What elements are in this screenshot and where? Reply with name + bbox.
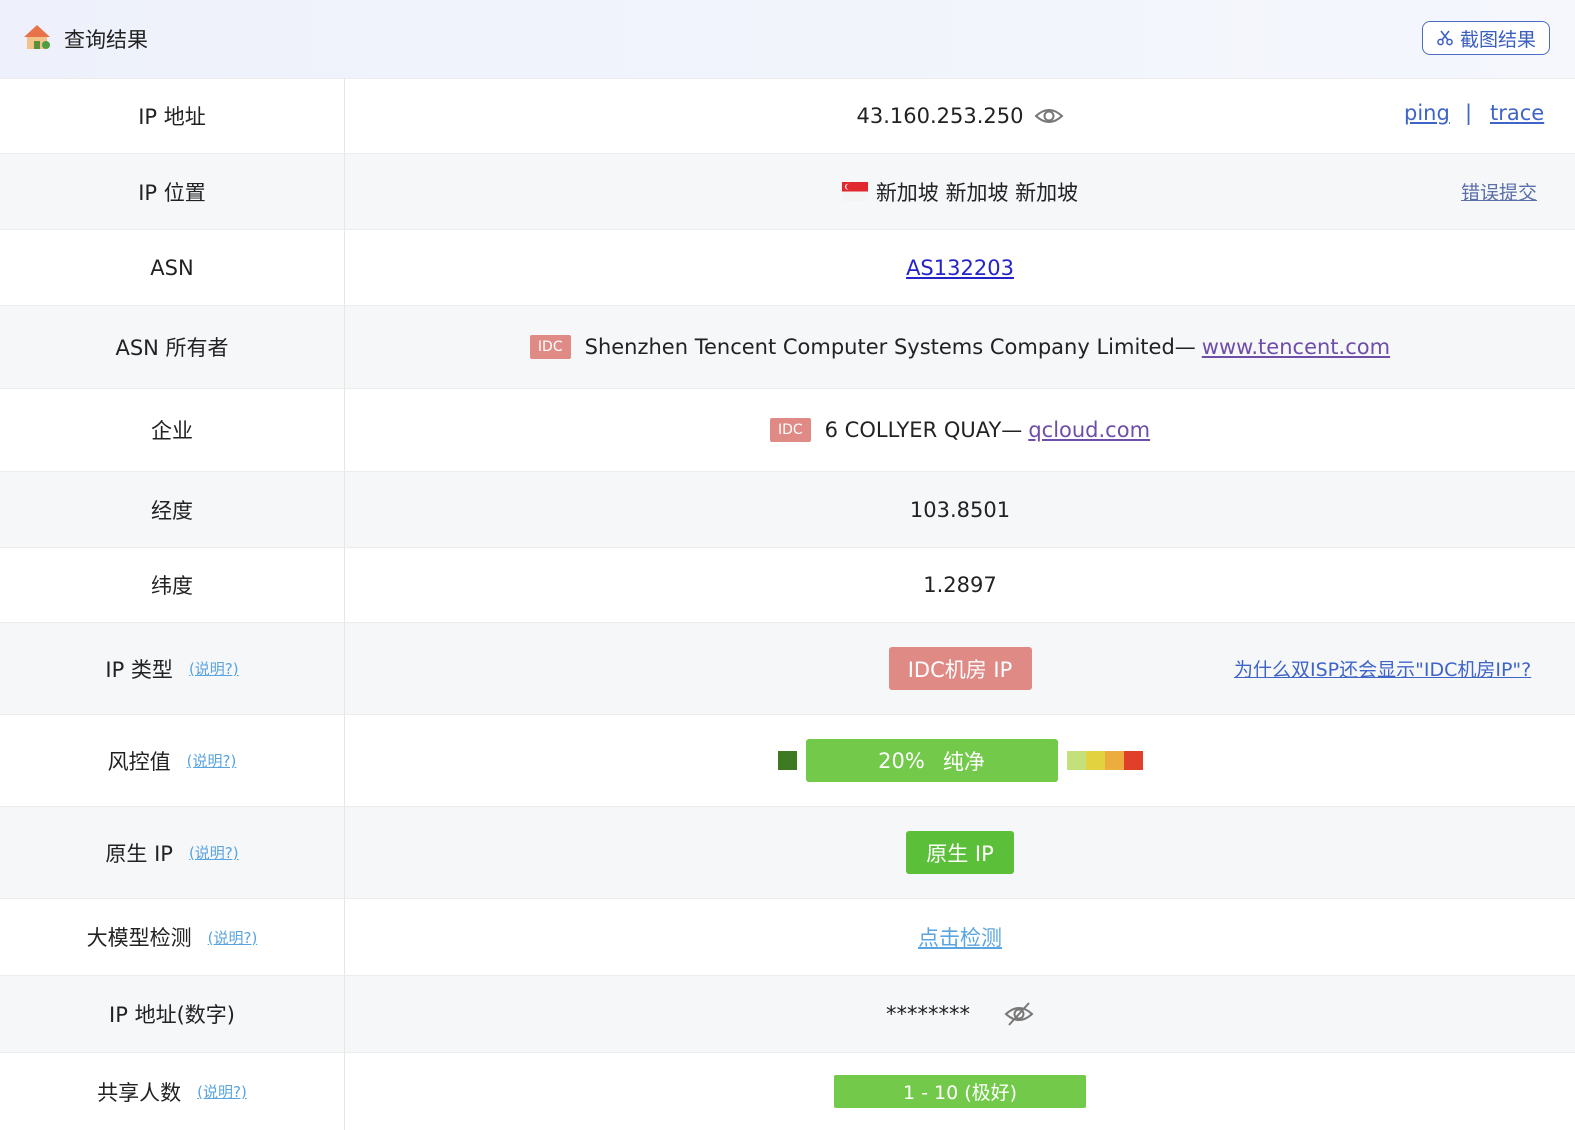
row-asn: ASN AS132203 xyxy=(0,229,1575,305)
header-title: 查询结果 xyxy=(64,28,148,52)
label-ip-location: IP 位置 xyxy=(138,180,206,205)
report-error-link[interactable]: 错误提交 xyxy=(1461,178,1537,205)
risk-scale-segment xyxy=(1085,751,1105,770)
risk-scale-segment xyxy=(1066,751,1086,770)
company-value: 6 COLLYER QUAY— xyxy=(824,418,1023,442)
why-idc-link[interactable]: 为什么双ISP还会显示"IDC机房IP"? xyxy=(1234,655,1531,682)
idc-tag: IDC xyxy=(529,335,571,359)
ip-address-value: 43.160.253.250 xyxy=(856,104,1024,128)
row-ip-location: IP 位置 新加坡 新加坡 新加坡 错误提交 xyxy=(0,153,1575,229)
row-ip-address: IP 地址 43.160.253.250 ping | trace xyxy=(0,78,1575,153)
row-longitude: 经度 103.8501 xyxy=(0,471,1575,547)
row-llm-detect: 大模型检测 (说明?) 点击检测 xyxy=(0,898,1575,975)
eye-slash-icon[interactable] xyxy=(1004,1001,1034,1027)
row-latitude: 纬度 1.2897 xyxy=(0,547,1575,622)
label-asn-owner: ASN 所有者 xyxy=(115,336,229,360)
row-native-ip: 原生 IP (说明?) 原生 IP xyxy=(0,806,1575,898)
row-ip-number: IP 地址(数字) ******** xyxy=(0,975,1575,1052)
results-header: 查询结果 截图结果 xyxy=(0,0,1575,78)
asn-owner-website-link[interactable]: www.tencent.com xyxy=(1202,335,1390,359)
native-help-link[interactable]: (说明?) xyxy=(189,842,239,863)
llm-detect-link[interactable]: 点击检测 xyxy=(918,922,1002,952)
row-company: 企业 IDC 6 COLLYER QUAY— qcloud.com xyxy=(0,388,1575,471)
scissors-icon xyxy=(1437,30,1453,46)
risk-meter: 20% 纯净 xyxy=(777,739,1143,782)
ip-type-badge: IDC机房 IP xyxy=(888,647,1032,690)
row-shared-users: 共享人数 (说明?) 1 - 10 (极好) xyxy=(0,1052,1575,1130)
label-company: 企业 xyxy=(151,419,193,443)
risk-bar: 20% 纯净 xyxy=(805,739,1058,782)
shared-help-link[interactable]: (说明?) xyxy=(197,1081,247,1102)
risk-help-link[interactable]: (说明?) xyxy=(187,750,237,771)
trace-link[interactable]: trace xyxy=(1490,101,1544,125)
idc-tag: IDC xyxy=(769,418,811,442)
risk-level: 纯净 xyxy=(942,749,985,774)
label-llm-detect: 大模型检测 xyxy=(86,926,192,950)
company-website-link[interactable]: qcloud.com xyxy=(1028,418,1150,442)
ip-type-help-link[interactable]: (说明?) xyxy=(189,658,239,679)
row-ip-type: IP 类型 (说明?) IDC机房 IP 为什么双ISP还会显示"IDC机房IP… xyxy=(0,622,1575,714)
risk-scale-segment xyxy=(1104,751,1124,770)
label-longitude: 经度 xyxy=(151,498,193,523)
label-shared-users: 共享人数 xyxy=(97,1080,182,1105)
link-separator: | xyxy=(1465,101,1473,125)
row-asn-owner: ASN 所有者 IDC Shenzhen Tencent Computer Sy… xyxy=(0,305,1575,388)
shared-users-bar: 1 - 10 (极好) xyxy=(834,1075,1086,1108)
longitude-value: 103.8501 xyxy=(909,497,1011,522)
risk-scale xyxy=(1066,751,1143,770)
screenshot-button-label: 截图结果 xyxy=(1459,28,1536,51)
label-native-ip: 原生 IP xyxy=(105,841,173,866)
label-risk-score: 风控值 xyxy=(107,749,171,774)
native-ip-badge: 原生 IP xyxy=(906,831,1014,874)
latitude-value: 1.2897 xyxy=(923,573,997,597)
label-ip-address: IP 地址 xyxy=(138,105,206,129)
label-asn: ASN xyxy=(150,255,194,280)
risk-low-marker xyxy=(777,751,797,770)
risk-percent: 20% xyxy=(878,748,925,773)
singapore-flag-icon xyxy=(841,182,868,201)
label-ip-type: IP 类型 xyxy=(105,657,173,682)
label-latitude: 纬度 xyxy=(151,574,193,598)
row-risk-score: 风控值 (说明?) 20% 纯净 xyxy=(0,714,1575,806)
ip-location-value: 新加坡 新加坡 新加坡 xyxy=(875,180,1079,205)
label-ip-number: IP 地址(数字) xyxy=(109,1003,235,1027)
ip-number-value: ******** xyxy=(886,1002,970,1026)
llm-help-link[interactable]: (说明?) xyxy=(208,927,258,948)
screenshot-button[interactable]: 截图结果 xyxy=(1422,21,1550,55)
ping-link[interactable]: ping xyxy=(1404,101,1450,125)
eye-icon[interactable] xyxy=(1034,105,1064,127)
risk-scale-segment xyxy=(1123,751,1143,770)
asn-link[interactable]: AS132203 xyxy=(906,256,1014,280)
asn-owner-value: Shenzhen Tencent Computer Systems Compan… xyxy=(584,335,1196,359)
house-icon xyxy=(24,25,50,49)
